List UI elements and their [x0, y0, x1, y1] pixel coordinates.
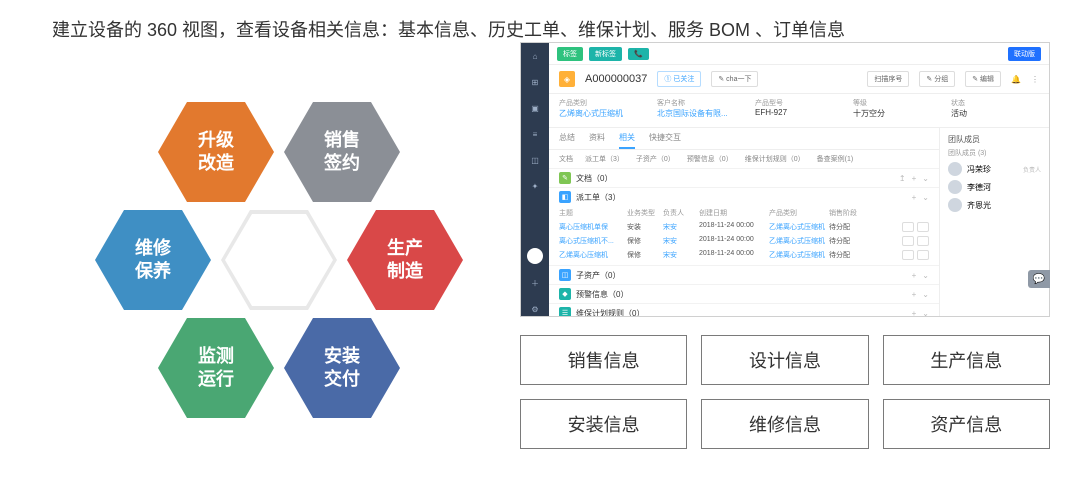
chat-fab-icon[interactable]: 💬 [1028, 270, 1050, 288]
list-icon[interactable]: ≡ [528, 127, 542, 141]
team-sub: 团队成员 (3) [948, 148, 1041, 158]
record-header: ◈ A000000037 ① 已关注 ✎ cha一下 扫描序号 ✎ 分组 ✎ 编… [549, 65, 1049, 94]
card-asset[interactable]: 资产信息 [883, 399, 1050, 449]
tab-summary[interactable]: 总结 [559, 132, 575, 149]
upload-icon[interactable]: ↥ [899, 174, 906, 183]
gear-icon[interactable]: ⚙ [528, 302, 542, 316]
subtab-work[interactable]: 派工单（3） [585, 154, 624, 164]
subtab-doc[interactable]: 文档 [559, 154, 573, 164]
tab-related[interactable]: 相关 [619, 132, 635, 149]
alert-icon: ◆ [559, 288, 571, 300]
user-icon[interactable] [527, 248, 543, 264]
table-row[interactable]: 离心压缩机单保安装宋安2018-11-24 00:00乙烯离心式压缩机待分配 [559, 220, 929, 234]
hex-monitor: 监测 运行 [158, 318, 274, 418]
plus-icon[interactable]: ＋ [528, 276, 542, 290]
child-icon: ◫ [559, 269, 571, 281]
follow-button[interactable]: ① 已关注 [657, 71, 701, 87]
section-work: ◧ 派工单（3） +⌄ 主题业务类型负责人创建日期产品类别销售阶段 离心压缩机单… [549, 188, 939, 266]
top-pill-2[interactable]: 新标签 [589, 47, 622, 61]
top-pill-phone[interactable]: 📞 [628, 48, 649, 60]
hex-upgrade: 升级 改造 [158, 102, 274, 202]
scan-button[interactable]: 扫描序号 [867, 71, 909, 87]
add-icon[interactable]: + [912, 193, 917, 202]
row-action-1[interactable] [902, 222, 914, 232]
app-topbar: 标签 新标签 📞 [549, 43, 1049, 65]
card-sales[interactable]: 销售信息 [520, 335, 687, 385]
info-cards: 销售信息 设计信息 生产信息 安装信息 维修信息 资产信息 [520, 335, 1050, 449]
section-alert: ◆预警信息（0）+⌄ [549, 285, 939, 304]
avatar [948, 198, 962, 212]
bell-icon[interactable]: 🔔 [1011, 75, 1021, 84]
table-row[interactable]: 乙烯离心压缩机保修宋安2018-11-24 00:00乙烯离心式压缩机待分配 [559, 248, 929, 262]
sub-tabs: 文档 派工单（3） 子资产（0） 预警信息（0） 维保计划规则（0） 备查案例(… [549, 150, 939, 169]
team-member[interactable]: 李德河 [948, 180, 1041, 194]
collapse-icon[interactable]: ⌄ [922, 174, 929, 183]
top-pill-1[interactable]: 标签 [557, 47, 583, 61]
section-child: ◫子资产（0）+⌄ [549, 266, 939, 285]
tree-icon[interactable]: ⊞ [528, 75, 542, 89]
hex-center: 设备 [221, 210, 337, 310]
main-tabs: 总结 资料 相关 快捷交互 [549, 128, 939, 150]
work-icon: ◧ [559, 191, 571, 203]
hex-produce: 生产 制造 [347, 210, 463, 310]
card-repair[interactable]: 维修信息 [701, 399, 868, 449]
doc-icon: ✎ [559, 172, 571, 184]
corner-badge: 联动版 [1008, 47, 1041, 61]
row-action-1[interactable] [902, 236, 914, 246]
record-type-icon: ◈ [559, 71, 575, 87]
collapse-icon[interactable]: ⌄ [922, 193, 929, 202]
page-title: 建立设备的 360 视图，查看设备相关信息：基本信息、历史工单、维保计划、服务 … [0, 0, 1080, 42]
tab-data[interactable]: 资料 [589, 132, 605, 149]
app-screenshot: 联动版 ⌂ ⊞ ▣ ≡ ◫ ✦ ＋ ⚙ 标签 新标签 📞 [520, 42, 1050, 317]
subtab-child[interactable]: 子资产（0） [636, 154, 675, 164]
subtab-case[interactable]: 备查案例(1) [817, 154, 854, 164]
add-icon[interactable]: + [912, 290, 917, 299]
home-icon[interactable]: ⌂ [528, 49, 542, 63]
app-sidebar: ⌂ ⊞ ▣ ≡ ◫ ✦ ＋ ⚙ [521, 43, 549, 316]
add-icon[interactable]: + [912, 271, 917, 280]
row-action-2[interactable] [917, 250, 929, 260]
card-produce[interactable]: 生产信息 [883, 335, 1050, 385]
settings-icon[interactable]: ✦ [528, 179, 542, 193]
section-plan: ☰维保计划规则（0）+⌄ [549, 304, 939, 316]
record-id: A000000037 [585, 73, 647, 85]
info-row: 产品类别乙烯离心式压缩机 客户名称北京国际设备有限... 产品型号EFH-927… [549, 94, 1049, 128]
add-icon[interactable]: + [912, 174, 917, 183]
plan-icon: ☰ [559, 307, 571, 316]
team-title: 团队成员 [948, 134, 1041, 145]
tab-quick[interactable]: 快捷交互 [649, 132, 681, 149]
row-action-2[interactable] [917, 236, 929, 246]
section-doc: ✎ 文档（0） ↥+⌄ [549, 169, 939, 188]
work-table: 主题业务类型负责人创建日期产品类别销售阶段 离心压缩机单保安装宋安2018-11… [559, 206, 929, 262]
edit-button[interactable]: ✎ 编辑 [965, 71, 1001, 87]
avatar [948, 162, 962, 176]
cha-button[interactable]: ✎ cha一下 [711, 71, 758, 87]
collapse-icon[interactable]: ⌄ [922, 309, 929, 317]
avatar [948, 180, 962, 194]
collapse-icon[interactable]: ⌄ [922, 271, 929, 280]
card-install[interactable]: 安装信息 [520, 399, 687, 449]
hex-install: 安装 交付 [284, 318, 400, 418]
table-row[interactable]: 离心式压缩机不...保修宋安2018-11-24 00:00乙烯离心式压缩机待分… [559, 234, 929, 248]
subtab-plan[interactable]: 维保计划规则（0） [745, 154, 805, 164]
collapse-icon[interactable]: ⌄ [922, 290, 929, 299]
row-action-1[interactable] [902, 250, 914, 260]
table-header: 主题业务类型负责人创建日期产品类别销售阶段 [559, 206, 929, 220]
more-icon[interactable]: ⋮ [1031, 75, 1039, 84]
hexagon-diagram: 升级 改造 销售 签约 维修 保养 设备 生产 制造 监测 运行 安装 交付 [0, 42, 520, 502]
hex-repair: 维修 保养 [95, 210, 211, 310]
subtab-alert[interactable]: 预警信息（0） [687, 154, 733, 164]
row-action-2[interactable] [917, 222, 929, 232]
hex-sales: 销售 签约 [284, 102, 400, 202]
team-member[interactable]: 冯荣珍负责人 [948, 162, 1041, 176]
card-design[interactable]: 设计信息 [701, 335, 868, 385]
grid-icon[interactable]: ◫ [528, 153, 542, 167]
add-icon[interactable]: + [912, 309, 917, 317]
box-icon[interactable]: ▣ [528, 101, 542, 115]
group-button[interactable]: ✎ 分组 [919, 71, 955, 87]
team-member[interactable]: 齐恩光 [948, 198, 1041, 212]
